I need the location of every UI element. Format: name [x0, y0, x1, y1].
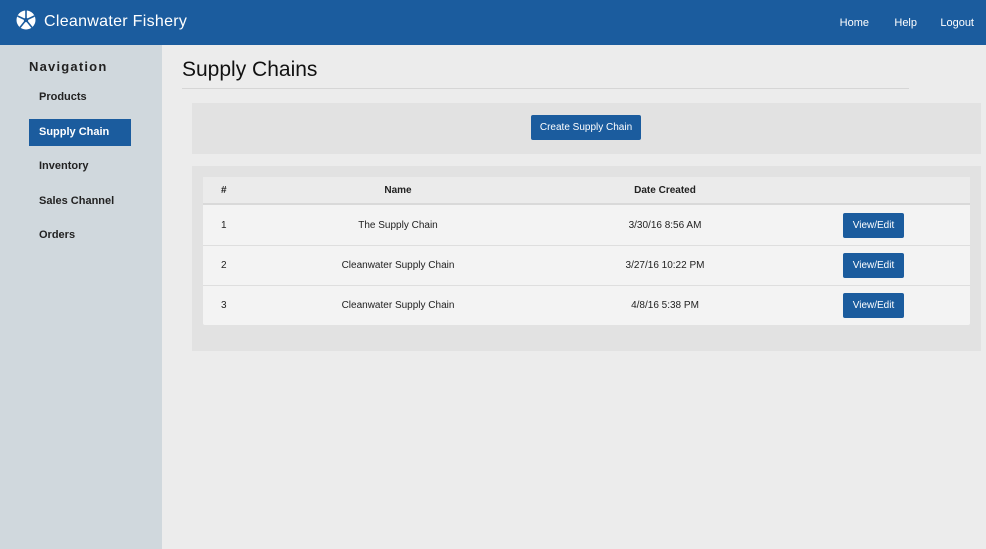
- view-edit-button[interactable]: View/Edit: [843, 253, 904, 278]
- sidebar-item-orders[interactable]: Orders: [29, 222, 131, 249]
- title-divider: [182, 88, 909, 89]
- row-action-cell: View/Edit: [843, 246, 904, 285]
- brand-name: Cleanwater Fishery: [44, 13, 188, 30]
- view-edit-button[interactable]: View/Edit: [843, 293, 904, 318]
- nav-logout-link[interactable]: Logout: [940, 17, 974, 29]
- brand[interactable]: Cleanwater Fishery: [16, 10, 188, 35]
- view-edit-button[interactable]: View/Edit: [843, 212, 904, 238]
- sidebar-item-products[interactable]: Products: [29, 84, 131, 111]
- supply-chain-table: # Name Date Created 1 The Supply Chain 3…: [203, 177, 970, 325]
- row-date: 4/8/16 5:38 PM: [631, 300, 699, 311]
- sidebar-item-sales-channel[interactable]: Sales Channel: [29, 188, 131, 215]
- table-row: 3 Cleanwater Supply Chain 4/8/16 5:38 PM…: [203, 285, 970, 325]
- page-title: Supply Chains: [182, 58, 318, 81]
- table-panel: # Name Date Created 1 The Supply Chain 3…: [192, 166, 981, 351]
- row-name: Cleanwater Supply Chain: [341, 260, 455, 271]
- header-date-created: Date Created: [634, 184, 696, 196]
- sidebar-item-supply-chain[interactable]: Supply Chain: [29, 119, 131, 146]
- row-date: 3/27/16 10:22 PM: [625, 260, 705, 271]
- sidebar-item-inventory[interactable]: Inventory: [29, 153, 131, 180]
- row-number: 1: [221, 219, 227, 231]
- header-name: Name: [384, 184, 412, 196]
- header-number: #: [221, 184, 227, 196]
- row-name: Cleanwater Supply Chain: [341, 300, 455, 311]
- sidebar-title: Navigation: [29, 59, 108, 74]
- row-date: 3/30/16 8:56 AM: [628, 219, 702, 231]
- sidebar: Navigation Products Supply Chain Invento…: [0, 45, 162, 549]
- nav-home-link[interactable]: Home: [840, 17, 869, 29]
- create-supply-chain-button[interactable]: Create Supply Chain: [531, 115, 641, 140]
- table-row: 1 The Supply Chain 3/30/16 8:56 AM View/…: [203, 205, 970, 245]
- row-action-cell: View/Edit: [843, 205, 904, 245]
- table-header: # Name Date Created: [203, 177, 970, 205]
- create-panel: Create Supply Chain: [192, 103, 981, 154]
- fish-logo-icon: [16, 10, 36, 35]
- row-action-cell: View/Edit: [843, 286, 904, 325]
- nav-help-link[interactable]: Help: [894, 17, 917, 29]
- table-row: 2 Cleanwater Supply Chain 3/27/16 10:22 …: [203, 245, 970, 285]
- row-number: 2: [221, 260, 227, 271]
- row-name: The Supply Chain: [358, 219, 438, 231]
- row-number: 3: [221, 300, 227, 311]
- top-navbar: Cleanwater Fishery Home Help Logout: [0, 0, 986, 45]
